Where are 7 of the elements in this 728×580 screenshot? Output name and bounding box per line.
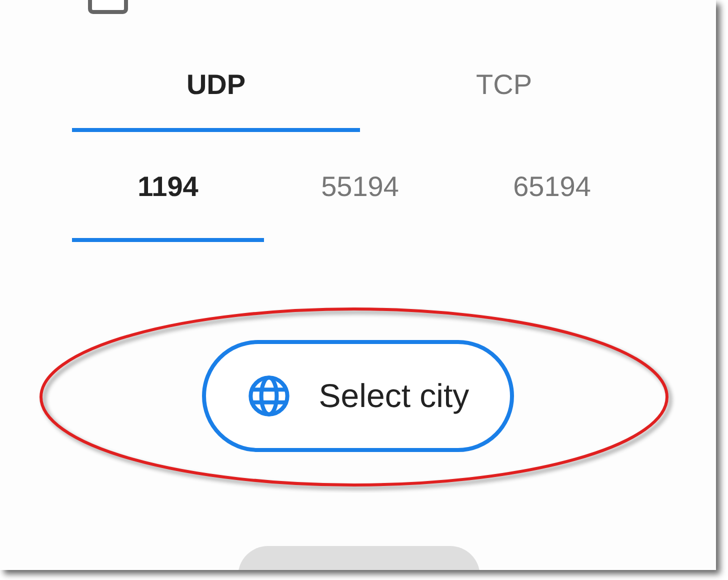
select-city-button[interactable]: Select city <box>202 340 514 452</box>
globe-icon <box>246 374 291 418</box>
port-tab[interactable]: 1194 <box>72 132 264 242</box>
protocol-tab[interactable]: TCP <box>360 34 648 132</box>
port-tab[interactable]: 55194 <box>264 132 456 242</box>
port-tab[interactable]: 65194 <box>456 132 648 242</box>
protocol-tab[interactable]: UDP <box>72 34 360 132</box>
